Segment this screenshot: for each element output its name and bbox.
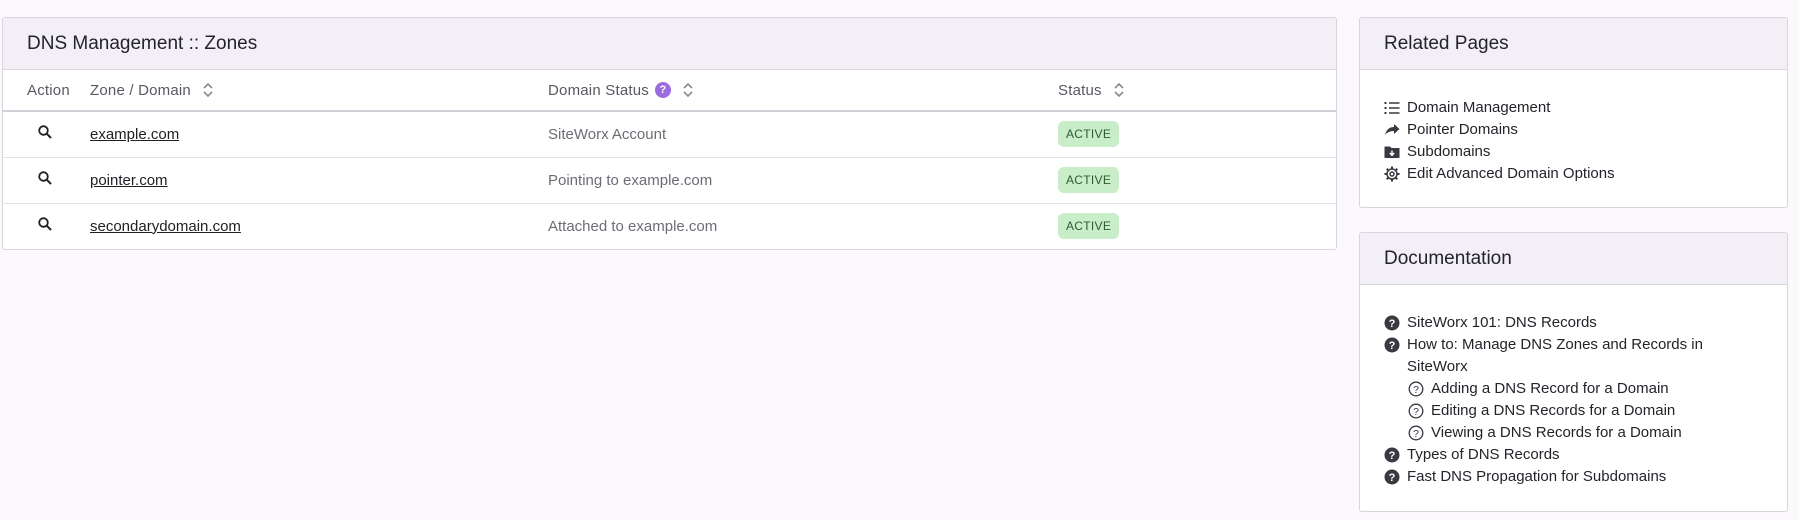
svg-text:?: ? (1413, 406, 1419, 418)
svg-text:?: ? (1413, 428, 1419, 440)
action-cell (3, 203, 90, 249)
help-filled-icon: ? (1384, 466, 1400, 488)
help-outline-icon: ? (1408, 378, 1424, 400)
action-cell (3, 111, 90, 158)
table-row: example.com SiteWorx Account ACTIVE (3, 111, 1336, 158)
help-filled-icon: ? (1384, 334, 1400, 356)
doc-item-label: Types of DNS Records (1407, 446, 1560, 463)
column-header-status-label: Status (1058, 81, 1102, 99)
zone-cell: pointer.com (90, 157, 548, 204)
domain-status-cell: Pointing to example.com (548, 157, 1058, 204)
svg-text:?: ? (1389, 340, 1396, 352)
folder-download-icon (1384, 141, 1400, 163)
help-icon[interactable]: ? (654, 82, 671, 98)
zone-link[interactable]: secondarydomain.com (90, 218, 241, 235)
related-item-pointer-domains[interactable]: Pointer Domains (1384, 119, 1763, 141)
help-filled-icon: ? (1384, 444, 1400, 466)
doc-subitem[interactable]: ? Editing a DNS Records for a Domain (1384, 400, 1763, 422)
related-pages-panel: Related Pages Domain Management Pointer … (1359, 17, 1788, 208)
search-icon[interactable] (37, 216, 53, 232)
column-header-status[interactable]: Status (1058, 70, 1336, 112)
zone-link[interactable]: pointer.com (90, 172, 168, 189)
status-badge: ACTIVE (1058, 121, 1120, 148)
doc-item-label: Viewing a DNS Records for a Domain (1431, 424, 1682, 441)
column-header-domain-status[interactable]: Domain Status ? (548, 70, 1058, 112)
doc-item-label: Fast DNS Propagation for Subdomains (1407, 468, 1667, 485)
doc-subitem[interactable]: ? Viewing a DNS Records for a Domain (1384, 422, 1763, 444)
status-badge: ACTIVE (1058, 167, 1120, 193)
panel-title: DNS Management :: Zones (3, 18, 1336, 70)
status-cell: ACTIVE (1058, 203, 1336, 249)
svg-text:?: ? (1389, 318, 1396, 330)
search-icon[interactable] (37, 124, 53, 140)
related-item-label: Subdomains (1407, 143, 1491, 160)
doc-item[interactable]: ? How to: Manage DNS Zones and Records i… (1384, 334, 1763, 378)
table-row: pointer.com Pointing to example.com ACTI… (3, 157, 1336, 204)
help-outline-icon: ? (1408, 400, 1424, 422)
column-header-zone-label: Zone / Domain (90, 81, 191, 99)
related-item-label: Pointer Domains (1407, 121, 1518, 138)
related-item-label: Edit Advanced Domain Options (1407, 165, 1615, 182)
search-icon[interactable] (37, 170, 53, 186)
related-item-subdomains[interactable]: Subdomains (1384, 141, 1763, 163)
related-item-domain-management[interactable]: Domain Management (1384, 97, 1763, 119)
panel-title: Documentation (1360, 233, 1787, 285)
doc-item[interactable]: ? Types of DNS Records (1384, 444, 1763, 466)
sort-icon[interactable] (1114, 83, 1124, 97)
related-item-edit-advanced-domain-options[interactable]: Edit Advanced Domain Options (1384, 163, 1763, 185)
status-cell: ACTIVE (1058, 157, 1336, 204)
zones-table: Action Zone / Domain Domain Status ? Sta… (3, 70, 1336, 249)
zone-cell: example.com (90, 111, 548, 158)
doc-item-label: SiteWorx 101: DNS Records (1407, 314, 1597, 331)
column-header-action: Action (3, 70, 90, 112)
table-row: secondarydomain.com Attached to example.… (3, 203, 1336, 249)
arrow-icon (1384, 119, 1400, 141)
related-item-label: Domain Management (1407, 99, 1551, 116)
list-icon (1384, 97, 1400, 119)
dns-zones-panel: DNS Management :: Zones Action Zone / Do… (2, 17, 1337, 250)
gear-icon (1384, 163, 1400, 185)
doc-item-label: Editing a DNS Records for a Domain (1431, 402, 1676, 419)
sort-icon[interactable] (683, 83, 693, 97)
column-header-domain-status-label: Domain Status (548, 81, 649, 99)
sort-icon[interactable] (203, 83, 213, 97)
panel-title: Related Pages (1360, 18, 1787, 70)
documentation-panel: Documentation ? SiteWorx 101: DNS Record… (1359, 232, 1788, 512)
svg-text:?: ? (1389, 472, 1396, 484)
status-badge: ACTIVE (1058, 213, 1120, 240)
help-outline-icon: ? (1408, 422, 1424, 444)
svg-text:?: ? (1389, 450, 1396, 462)
action-cell (3, 157, 90, 204)
svg-text:?: ? (1413, 384, 1419, 396)
domain-status-cell: SiteWorx Account (548, 111, 1058, 158)
related-pages-list: Domain Management Pointer Domains Subdom… (1360, 70, 1787, 185)
zone-cell: secondarydomain.com (90, 203, 548, 249)
table-header-row: Action Zone / Domain Domain Status ? Sta… (3, 70, 1336, 112)
column-header-zone[interactable]: Zone / Domain (90, 70, 548, 112)
doc-item[interactable]: ? Fast DNS Propagation for Subdomains (1384, 466, 1763, 488)
help-filled-icon: ? (1384, 312, 1400, 334)
zone-link[interactable]: example.com (90, 126, 179, 143)
documentation-list: ? SiteWorx 101: DNS Records ? How to: Ma… (1360, 285, 1787, 488)
doc-item-label: Adding a DNS Record for a Domain (1431, 380, 1669, 397)
domain-status-cell: Attached to example.com (548, 217, 718, 235)
doc-subitem[interactable]: ? Adding a DNS Record for a Domain (1384, 378, 1763, 400)
status-cell: ACTIVE (1058, 111, 1336, 158)
doc-item[interactable]: ? SiteWorx 101: DNS Records (1384, 312, 1763, 334)
doc-item-label: How to: Manage DNS Zones and Records in … (1407, 336, 1703, 375)
